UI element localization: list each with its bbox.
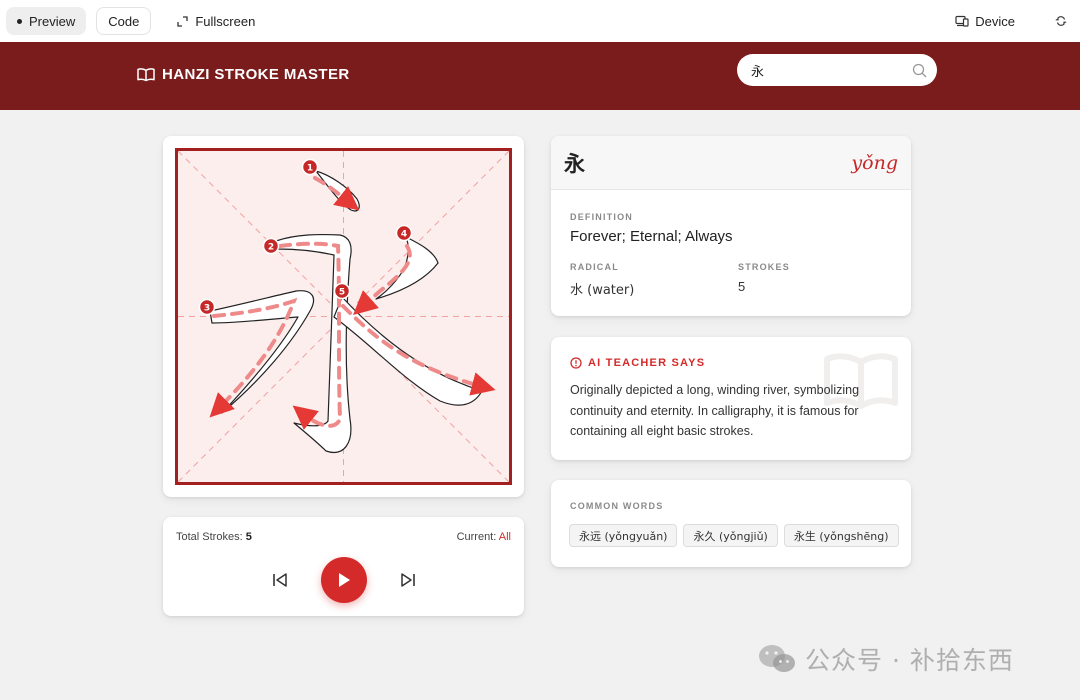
code-tab-label: Code	[108, 13, 140, 29]
ai-teacher-card: AI TEACHER SAYS Originally depicted a lo…	[551, 337, 911, 460]
stroke-badge-label: 5	[339, 288, 345, 298]
radical-value: 水 (water)	[570, 283, 635, 298]
play-button[interactable]	[320, 557, 367, 603]
word-chip[interactable]: 永远 (yǒngyuǎn)	[569, 524, 678, 547]
word-chips: 永远 (yǒngyuǎn) 永久 (yǒngjiǔ) 永生 (yǒngshēng…	[569, 524, 905, 547]
search-icon[interactable]	[912, 63, 927, 78]
next-stroke-button[interactable]	[393, 565, 423, 595]
character-glyph: 永	[564, 151, 585, 176]
strokes-value: 5	[738, 279, 746, 294]
stroke-drawing: 1 2 3 4 5	[178, 151, 509, 482]
refresh-button[interactable]	[1048, 7, 1074, 35]
stroke-badge-label: 1	[307, 164, 313, 174]
book-icon	[137, 68, 155, 82]
fullscreen-button[interactable]: Fullscreen	[173, 7, 259, 35]
ai-teacher-text: Originally depicted a long, winding rive…	[570, 383, 860, 438]
character-header: 永 yǒng	[551, 136, 911, 190]
stroke-badge-label: 3	[204, 304, 210, 314]
watermark: 公众号 · 补拾东西	[757, 641, 1014, 677]
stroke-canvas-card: 1 2 3 4 5	[163, 136, 524, 497]
character-info-card: 永 yǒng DEFINITION Forever; Eternal; Alwa…	[551, 136, 911, 316]
total-strokes: Total Strokes: 5	[176, 531, 252, 543]
app-header: HANZI STROKE MASTER	[0, 42, 1080, 110]
previous-stroke-button[interactable]	[265, 565, 295, 595]
preview-tab[interactable]: Preview	[6, 7, 87, 35]
expand-icon	[177, 15, 188, 27]
stroke-badge[interactable]: 3	[198, 298, 216, 316]
total-strokes-label: Total Strokes:	[176, 531, 243, 543]
common-words-label: COMMON WORDS	[570, 501, 664, 511]
current-label: Current:	[456, 531, 497, 543]
search-input[interactable]	[751, 62, 912, 78]
radical-label: RADICAL	[570, 262, 619, 272]
search-box	[737, 54, 937, 86]
total-strokes-value: 5	[245, 531, 252, 543]
stroke-badge-label: 2	[268, 243, 274, 253]
skip-back-icon	[272, 573, 287, 587]
word-chip[interactable]: 永久 (yǒngjiǔ)	[683, 524, 778, 547]
current-stroke: Current: All	[457, 531, 511, 543]
code-tab[interactable]: Code	[96, 7, 152, 35]
playback-card: Total Strokes: 5 Current: All	[163, 517, 524, 616]
skip-forward-icon	[400, 573, 415, 587]
ai-teacher-title: AI TEACHER SAYS	[570, 357, 705, 369]
fullscreen-label: Fullscreen	[195, 13, 256, 29]
stroke-badge[interactable]: 1	[301, 158, 319, 176]
stroke-badge[interactable]: 5	[333, 282, 351, 300]
active-dot-icon	[17, 18, 22, 24]
stroke-badge[interactable]: 4	[395, 224, 413, 242]
info-icon	[570, 357, 582, 369]
strokes-label: STROKES	[738, 262, 790, 272]
watermark-text: 公众号 · 补拾东西	[805, 646, 1014, 675]
ai-teacher-title-text: AI TEACHER SAYS	[588, 357, 706, 369]
preview-toolbar: Preview Code Fullscreen Device	[0, 0, 1080, 42]
character-pinyin: yǒng	[851, 151, 898, 174]
preview-tab-label: Preview	[29, 13, 76, 29]
word-chip[interactable]: 永生 (yǒngshēng)	[783, 524, 899, 547]
refresh-icon	[1055, 16, 1067, 26]
device-button[interactable]: Device	[944, 7, 1026, 35]
current-value: All	[498, 531, 511, 543]
device-label: Device	[975, 13, 1015, 29]
brand[interactable]: HANZI STROKE MASTER	[137, 66, 350, 83]
app-title: HANZI STROKE MASTER	[162, 66, 350, 83]
wechat-icon	[759, 645, 795, 672]
stroke-badge-label: 4	[401, 230, 407, 240]
device-icon	[955, 15, 969, 27]
play-icon	[338, 573, 350, 587]
definition-label: DEFINITION	[570, 212, 633, 222]
common-words-card: COMMON WORDS 永远 (yǒngyuǎn) 永久 (yǒngjiǔ) …	[551, 480, 911, 567]
stroke-badge[interactable]: 2	[262, 237, 280, 255]
definition-value: Forever; Eternal; Always	[570, 228, 733, 245]
tian-zi-grid[interactable]: 1 2 3 4 5	[175, 148, 512, 485]
